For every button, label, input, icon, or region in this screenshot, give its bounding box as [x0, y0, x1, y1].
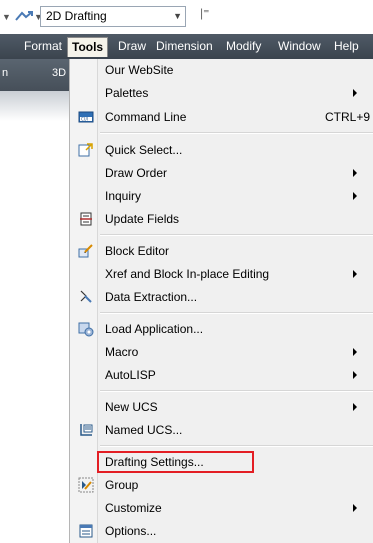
- options-icon: [79, 524, 93, 538]
- named-ucs-icon: [80, 424, 93, 436]
- menu-item-draw-order[interactable]: Draw Order: [70, 162, 373, 184]
- menu-separator: [100, 312, 373, 314]
- menu-separator: [100, 445, 373, 447]
- menu-item-new-ucs[interactable]: New UCS: [70, 396, 373, 418]
- menu-item-update-fields[interactable]: Update Fields: [70, 208, 373, 230]
- menu-help[interactable]: Help: [334, 38, 359, 55]
- submenu-arrow-icon: [353, 403, 357, 411]
- menu-item-label: Macro: [105, 345, 139, 359]
- menu-item-label: Draw Order: [105, 166, 168, 180]
- menu-item-shortcut: CTRL+9: [325, 110, 371, 124]
- menu-item-inquiry[interactable]: Inquiry: [70, 185, 373, 207]
- menu-item-label: New UCS: [105, 400, 158, 414]
- menu-item-options[interactable]: Options...: [70, 520, 373, 542]
- menu-modify[interactable]: Modify: [226, 38, 261, 55]
- workspace-icon[interactable]: [14, 9, 34, 23]
- update-fields-icon: [80, 212, 92, 226]
- menu-item-our-website[interactable]: Our WebSite: [70, 59, 373, 81]
- menu-item-data-extraction[interactable]: Data Extraction...: [70, 286, 373, 308]
- chevron-down-icon: ▼: [173, 11, 182, 21]
- menu-item-drafting-settings[interactable]: Drafting Settings...: [70, 451, 373, 473]
- ribbon-tab-label[interactable]: n: [2, 67, 8, 79]
- workspace-select-value: 2D Drafting: [46, 9, 107, 23]
- submenu-arrow-icon: [353, 348, 357, 356]
- menu-item-label: Inquiry: [105, 189, 142, 203]
- ribbon-tab-strip: n 3D: [0, 59, 70, 91]
- submenu-arrow-icon: [353, 89, 357, 97]
- menu-item-customize[interactable]: Customize: [70, 497, 373, 519]
- menu-separator: [100, 390, 373, 392]
- submenu-arrow-icon: [353, 192, 357, 200]
- menu-item-palettes[interactable]: Palettes: [70, 82, 373, 104]
- menu-item-named-ucs[interactable]: Named UCS...: [70, 419, 373, 441]
- menu-item-quick-select[interactable]: Quick Select...: [70, 139, 373, 161]
- menu-item-macro[interactable]: Macro: [70, 341, 373, 363]
- menu-window[interactable]: Window: [278, 38, 321, 55]
- menu-item-label: Group: [105, 478, 139, 492]
- command-line-icon: CUI: [78, 111, 94, 123]
- menu-separator: [100, 132, 373, 134]
- menu-item-autolisp[interactable]: AutoLISP: [70, 364, 373, 386]
- menu-item-label: Command Line: [105, 110, 187, 124]
- menu-item-label: Our WebSite: [105, 63, 174, 77]
- menu-item-label: Palettes: [105, 86, 149, 100]
- menu-item-label: Quick Select...: [105, 143, 183, 157]
- menu-item-label: Load Application...: [105, 322, 204, 336]
- customize-toolbar-icon[interactable]: |⁼: [200, 6, 209, 20]
- submenu-arrow-icon: [353, 169, 357, 177]
- menu-item-block-editor[interactable]: Block Editor: [70, 240, 373, 262]
- group-icon: [78, 477, 94, 493]
- menu-item-label: Block Editor: [105, 244, 170, 258]
- menu-item-xref-inplace-editing[interactable]: Xref and Block In-place Editing: [70, 263, 373, 285]
- menu-item-label: Drafting Settings...: [105, 455, 204, 469]
- ribbon-tab-label[interactable]: 3D: [52, 67, 66, 79]
- menu-dimension[interactable]: Dimension: [156, 38, 213, 55]
- tools-menu: Our WebSite Palettes CUI Command Line CT…: [70, 59, 373, 543]
- menu-format[interactable]: Format: [24, 38, 62, 55]
- menu-separator: [100, 234, 373, 236]
- menu-item-label: Xref and Block In-place Editing: [105, 267, 270, 281]
- menu-item-label: Data Extraction...: [105, 290, 198, 304]
- load-application-icon: [78, 322, 94, 337]
- menu-item-group[interactable]: Group: [70, 474, 373, 496]
- menu-tools[interactable]: Tools: [67, 37, 109, 57]
- data-extraction-icon: [80, 290, 92, 303]
- submenu-arrow-icon: [353, 371, 357, 379]
- workspace-select[interactable]: 2D Drafting ▼: [40, 6, 186, 27]
- menu-item-label: AutoLISP: [105, 368, 156, 382]
- menu-item-label: Customize: [105, 501, 162, 515]
- menu-item-command-line[interactable]: CUI Command Line CTRL+9: [70, 106, 373, 128]
- ribbon-panel: [0, 91, 70, 121]
- menu-item-label: Update Fields: [105, 212, 180, 226]
- submenu-arrow-icon: [353, 504, 357, 512]
- menu-item-load-application[interactable]: Load Application...: [70, 318, 373, 340]
- menu-draw[interactable]: Draw: [118, 38, 146, 55]
- quick-access-toolbar: ▼ ▼ 2D Drafting ▼ |⁼: [0, 0, 373, 34]
- chevron-down-icon[interactable]: ▼: [2, 12, 11, 22]
- menu-item-label: Options...: [105, 524, 157, 538]
- svg-text:CUI: CUI: [81, 117, 88, 122]
- block-editor-icon: [78, 244, 93, 258]
- menu-bar: Format Tools Draw Dimension Modify Windo…: [0, 34, 373, 59]
- menu-item-label: Named UCS...: [105, 423, 183, 437]
- quick-select-icon: [78, 143, 93, 157]
- submenu-arrow-icon: [353, 270, 357, 278]
